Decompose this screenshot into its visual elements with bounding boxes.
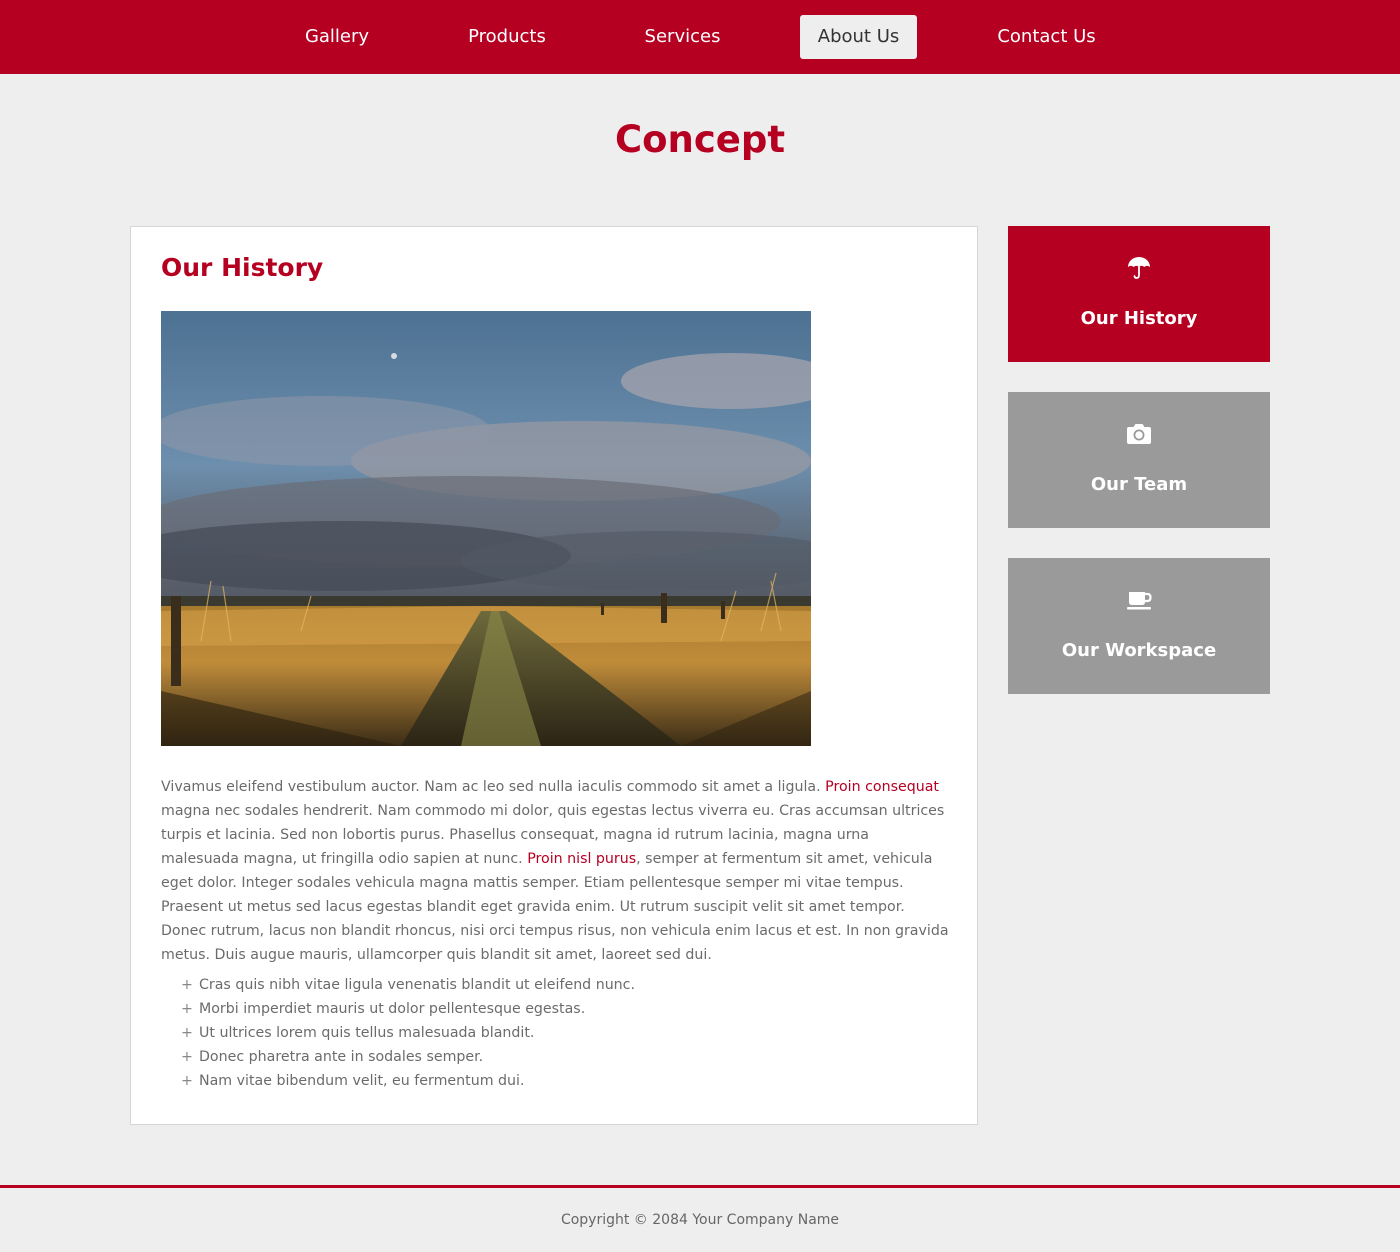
copyright-text: Copyright © 2084 Your Company Name [560,1212,840,1228]
proin-nisl-purus-link[interactable]: Proin nisl purus [527,851,636,867]
umbrella-icon [1008,254,1270,282]
sidebar-item-our-team[interactable]: Our Team [1008,392,1270,528]
proin-consequat-link[interactable]: Proin consequat [825,779,939,795]
sidebar-item-label: Our History [1080,308,1198,329]
plus-icon: + [181,977,193,993]
list-item: + Nam vitae bibendum velit, eu fermentum … [181,1069,941,1093]
section-heading: Our History [161,253,324,282]
content-card: Our History Vivamus eleifend vestibulum … [130,226,978,1125]
sidebar-item-label: Our Workspace [1061,640,1217,661]
paragraph-text: Vivamus eleifend vestibulum auctor. Nam … [161,779,826,795]
sidebar-item-our-history[interactable]: Our History [1008,226,1270,362]
list-item-text: Cras quis nibh vitae ligula venenatis bl… [199,977,635,993]
plus-icon: + [181,1073,193,1089]
paragraph-text: , semper at fermentum sit amet, vehicula… [161,851,949,963]
nav-link-contact-us[interactable]: Contact Us [983,15,1110,59]
coffee-cup-icon [1008,586,1270,614]
feature-list: + Cras quis nibh vitae ligula venenatis b… [181,973,941,1093]
plus-icon: + [181,1025,193,1041]
nav-link-services[interactable]: Services [630,15,735,59]
sidebar-item-our-workspace[interactable]: Our Workspace [1008,558,1270,694]
list-item-text: Morbi imperdiet mauris ut dolor pellente… [199,1001,586,1017]
list-item: + Ut ultrices lorem quis tellus malesuada… [181,1021,941,1045]
top-navigation-bar: Gallery Products Services About Us Conta… [0,0,1400,74]
nav-link-products[interactable]: Products [452,15,562,59]
list-item: + Morbi imperdiet mauris ut dolor pellent… [181,997,941,1021]
camera-icon [1008,420,1270,448]
plus-icon: + [181,1049,193,1065]
list-item: + Cras quis nibh vitae ligula venenatis b… [181,973,941,997]
hero-image [161,311,811,746]
list-item-text: Ut ultrices lorem quis tellus malesuada … [199,1025,535,1041]
list-item: + Donec pharetra ante in sodales semper. [181,1045,941,1069]
nav-link-gallery[interactable]: Gallery [290,15,384,59]
body-paragraph: Vivamus eleifend vestibulum auctor. Nam … [161,775,951,967]
list-item-text: Donec pharetra ante in sodales semper. [199,1049,484,1065]
page-title: Concept [614,118,786,161]
nav-link-about-us[interactable]: About Us [800,15,917,59]
sidebar-item-label: Our Team [1090,474,1188,495]
footer: Copyright © 2084 Your Company Name [0,1185,1400,1252]
list-item-text: Nam vitae bibendum velit, eu fermentum d… [199,1073,525,1089]
plus-icon: + [181,1001,193,1017]
